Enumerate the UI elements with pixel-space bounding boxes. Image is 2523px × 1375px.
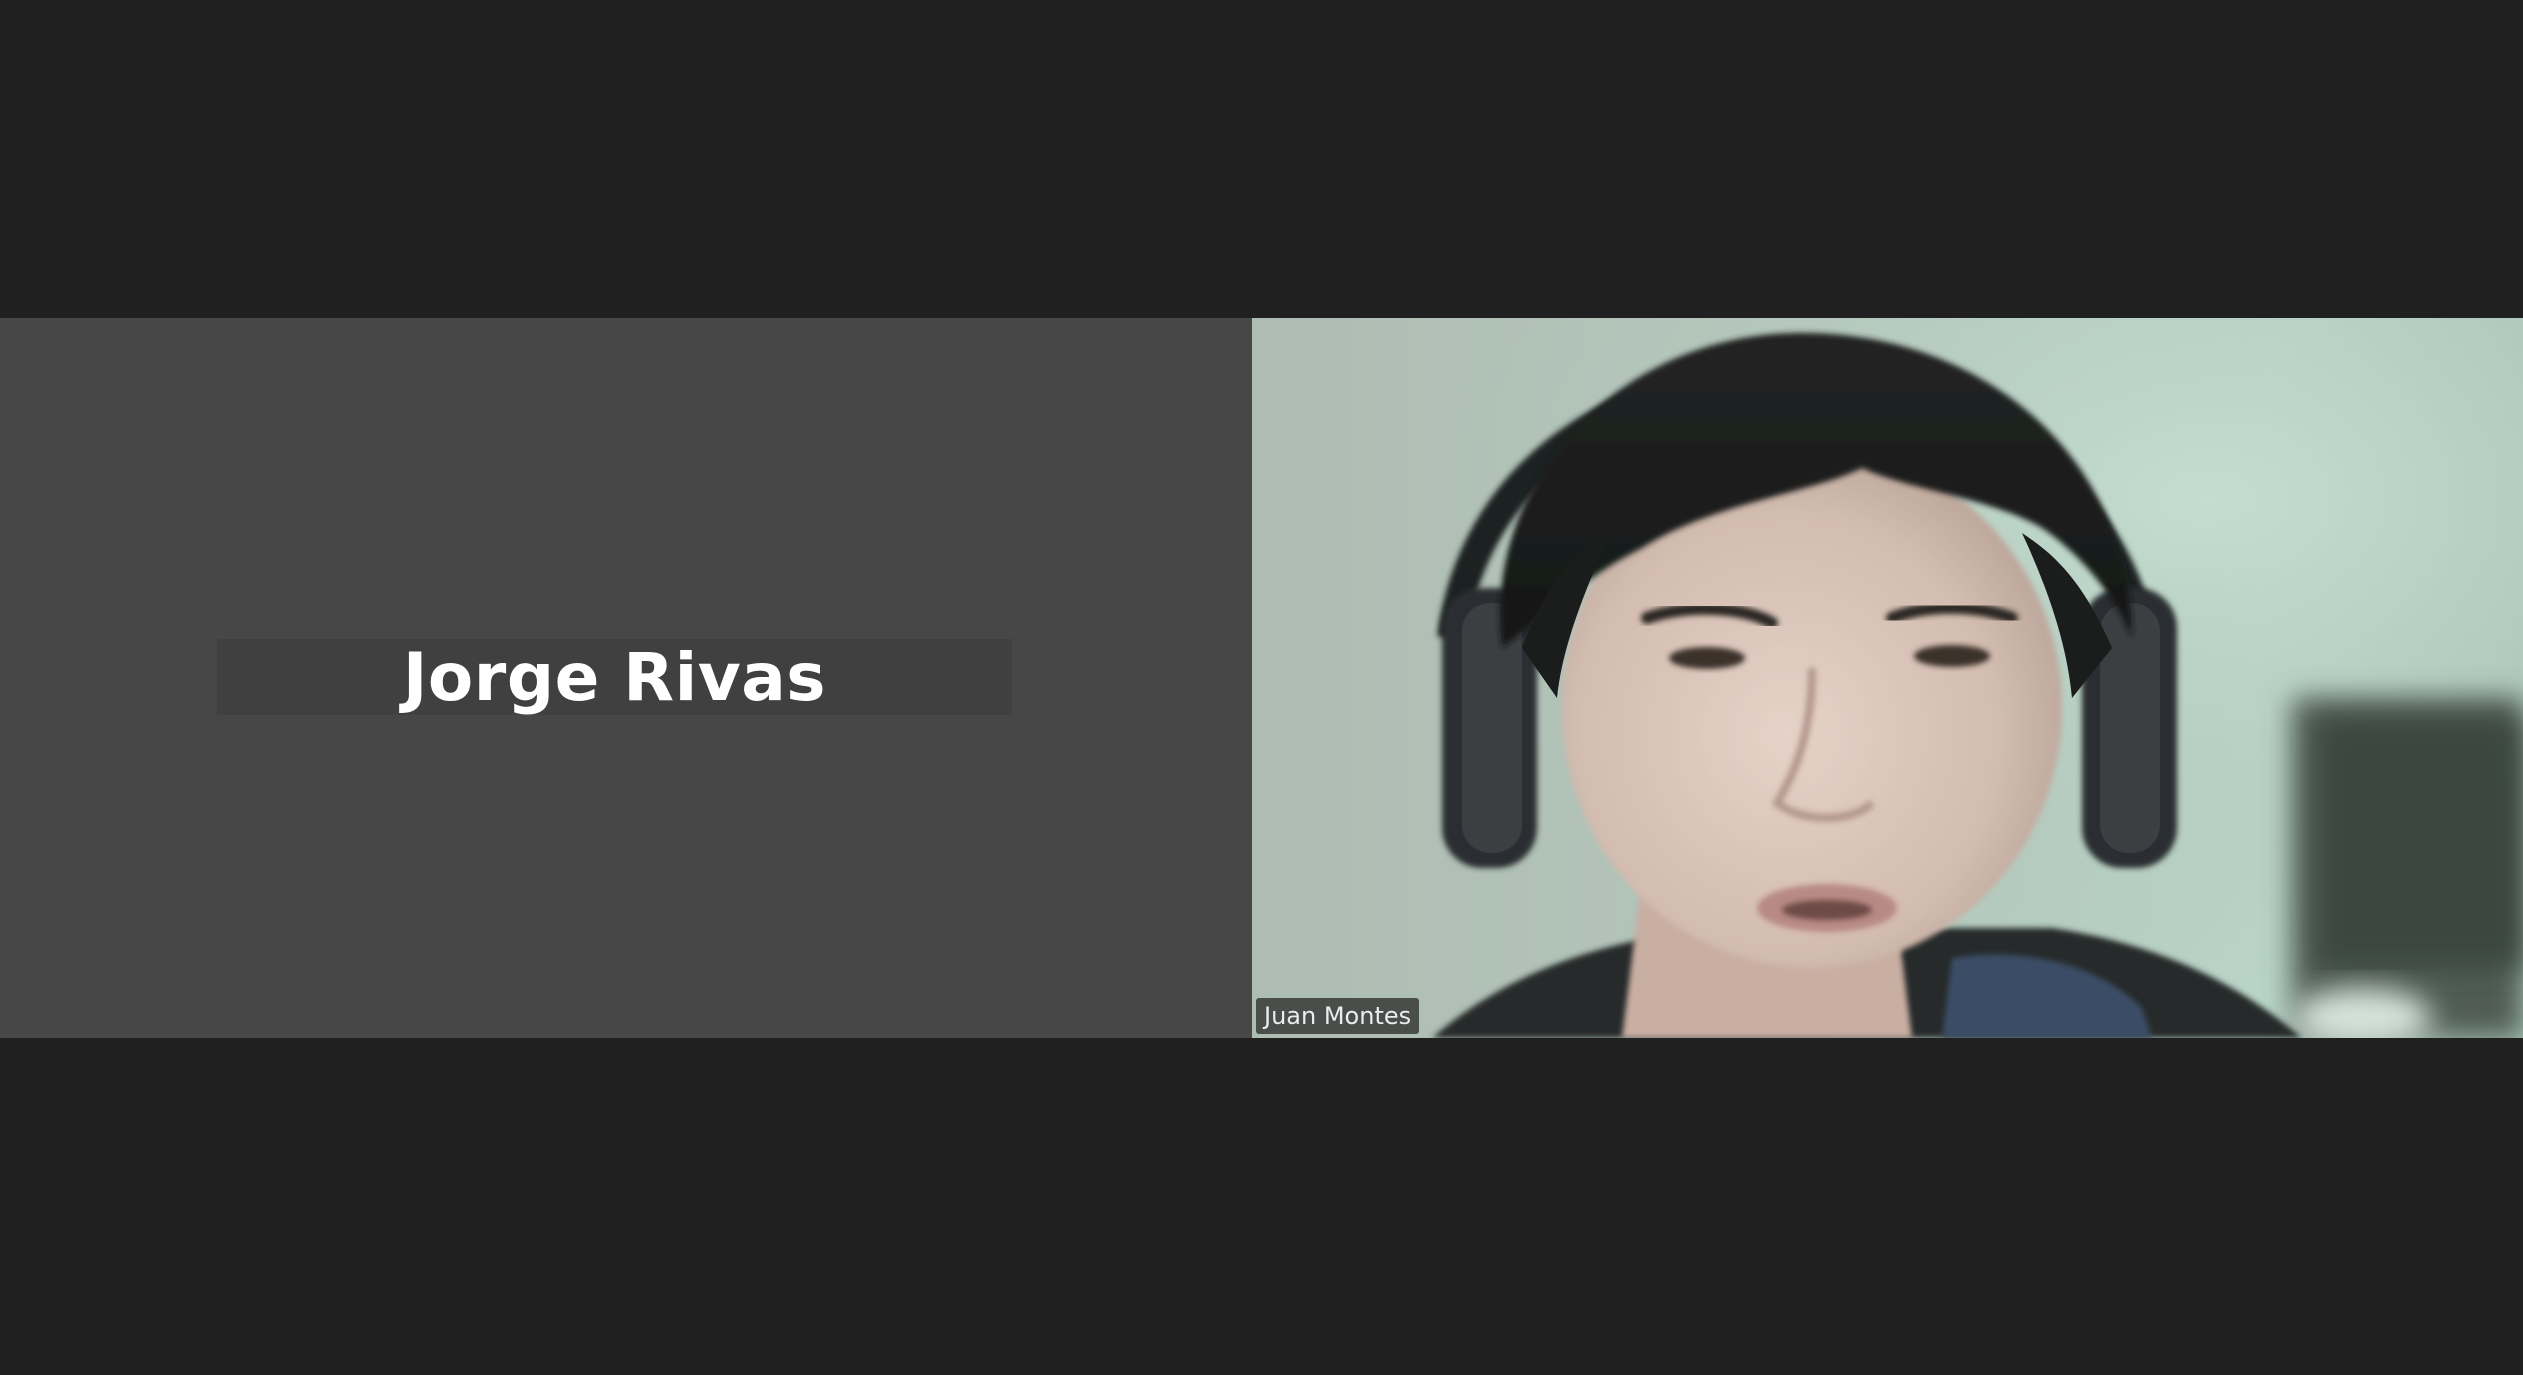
participant-name-plate: Jorge Rivas <box>217 638 1012 716</box>
participant-tile-juan-montes[interactable]: Juan Montes <box>1252 318 2523 1038</box>
participant-name: Jorge Rivas <box>402 638 827 716</box>
participant-name: Juan Montes <box>1264 1002 1412 1030</box>
participant-video-feed <box>1252 318 2523 1038</box>
participant-tile-jorge-rivas[interactable]: Jorge Rivas <box>0 318 1252 1038</box>
gallery-view: Jorge Rivas Juan Montes <box>0 318 2523 1038</box>
meeting-window: Jorge Rivas Juan Montes <box>0 0 2523 1375</box>
participant-name-tag: Juan Montes <box>1256 998 1420 1034</box>
